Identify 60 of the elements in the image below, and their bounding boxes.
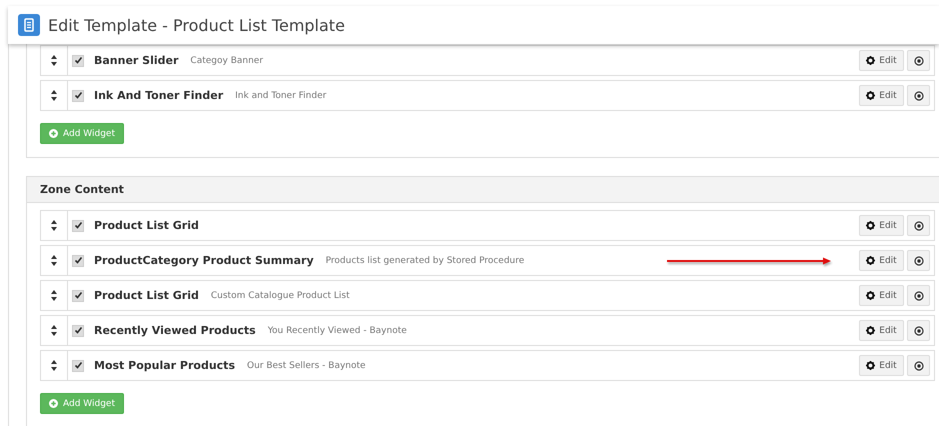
widget-name: Most Popular Products xyxy=(94,359,235,372)
target-button[interactable] xyxy=(907,250,930,271)
target-icon xyxy=(914,256,924,266)
edit-button[interactable]: Edit xyxy=(859,215,904,236)
edit-button[interactable]: Edit xyxy=(859,320,904,341)
widget-name: ProductCategory Product Summary xyxy=(94,254,314,267)
widget-description: Custom Catalogue Product List xyxy=(210,290,350,300)
widget-name: Product List Grid xyxy=(94,289,199,302)
checkbox[interactable] xyxy=(72,54,84,66)
edit-button[interactable]: Edit xyxy=(859,85,904,106)
gear-icon xyxy=(866,291,876,300)
target-icon xyxy=(914,326,924,336)
widget-name: Banner Slider xyxy=(94,54,178,67)
sort-icon[interactable] xyxy=(51,90,57,101)
widget-description: Products list generated by Stored Procedure xyxy=(326,256,524,266)
checkbox[interactable] xyxy=(72,324,84,336)
target-icon xyxy=(914,90,924,100)
gear-icon xyxy=(866,91,876,100)
plus-circle-icon xyxy=(49,129,58,138)
checkbox[interactable] xyxy=(72,220,84,232)
widget-name: Ink And Toner Finder xyxy=(94,89,224,102)
target-button[interactable] xyxy=(907,320,930,341)
widget-description: You Recently Viewed - Baynote xyxy=(268,326,407,336)
sort-icon[interactable] xyxy=(51,325,57,336)
widget-description: Our Best Sellers - Baynote xyxy=(247,360,366,370)
target-icon xyxy=(914,220,924,230)
gear-icon xyxy=(866,256,876,265)
gear-icon xyxy=(866,326,876,335)
document-icon xyxy=(18,14,40,36)
sort-icon[interactable] xyxy=(51,255,57,266)
sort-icon[interactable] xyxy=(51,360,57,371)
target-button[interactable] xyxy=(907,285,930,306)
edit-button[interactable]: Edit xyxy=(859,50,904,71)
widget-description: Ink and Toner Finder xyxy=(235,90,326,100)
widget-name: Product List Grid xyxy=(94,219,199,232)
checkbox[interactable] xyxy=(72,90,84,102)
checkbox[interactable] xyxy=(72,254,84,266)
target-icon xyxy=(914,290,924,300)
sort-icon[interactable] xyxy=(51,220,57,231)
gear-icon xyxy=(866,56,876,65)
sort-icon[interactable] xyxy=(51,290,57,301)
widget-description: Categoy Banner xyxy=(190,56,264,66)
target-icon xyxy=(914,360,924,370)
gear-icon xyxy=(866,221,876,230)
widget-name: Recently Viewed Products xyxy=(94,324,256,337)
target-icon xyxy=(914,56,924,66)
window-title: Edit Template - Product List Template xyxy=(48,16,345,34)
target-button[interactable] xyxy=(907,85,930,106)
checkbox[interactable] xyxy=(72,290,84,302)
zone-title: Zone Content xyxy=(40,183,124,196)
edit-button[interactable]: Edit xyxy=(859,285,904,306)
checkbox[interactable] xyxy=(72,360,84,372)
plus-circle-icon xyxy=(49,399,58,408)
target-button[interactable] xyxy=(907,215,930,236)
sort-icon[interactable] xyxy=(51,55,57,66)
target-button[interactable] xyxy=(907,355,930,376)
target-button[interactable] xyxy=(907,50,930,71)
edit-button[interactable]: Edit xyxy=(859,355,904,376)
gear-icon xyxy=(866,361,876,370)
edit-button[interactable]: Edit xyxy=(859,250,904,271)
